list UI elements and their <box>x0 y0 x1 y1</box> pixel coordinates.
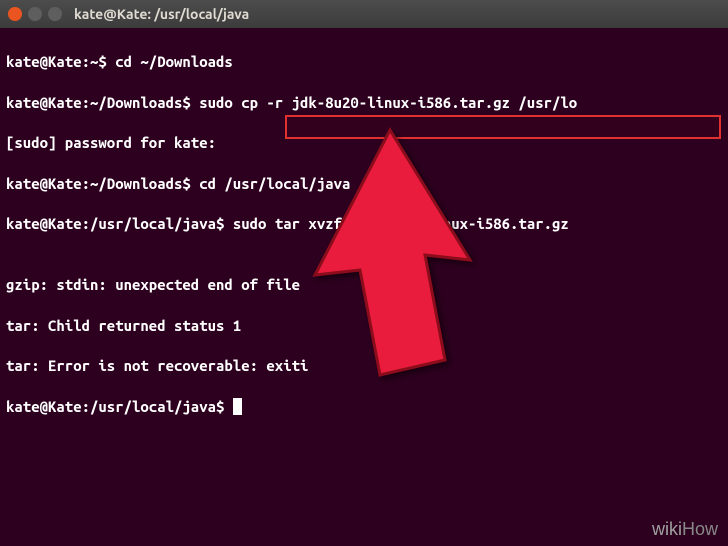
command: sudo tar xvzf jdk-8u20-linux-i586.tar.gz <box>233 215 569 232</box>
command: cd ~/Downloads <box>115 53 233 70</box>
terminal-line: kate@Kate:/usr/local/java$ sudo tar xvzf… <box>6 214 722 234</box>
terminal-output[interactable]: kate@Kate:~$ cd ~/Downloads kate@Kate:~/… <box>0 28 728 441</box>
close-icon[interactable] <box>8 7 22 21</box>
terminal-line: kate@Kate:~/Downloads$ sudo cp -r jdk-8u… <box>6 93 722 113</box>
command: cd /usr/local/java <box>199 175 350 192</box>
prompt: kate@Kate:/usr/local/java$ <box>6 398 233 415</box>
command: sudo cp -r jdk-8u20-linux-i586.tar.gz /u… <box>199 94 577 111</box>
prompt: kate@Kate:~/Downloads$ <box>6 94 199 111</box>
terminal-line: kate@Kate:/usr/local/java$ <box>6 397 722 417</box>
window-title: kate@Kate: /usr/local/java <box>74 6 249 22</box>
terminal-line: kate@Kate:~/Downloads$ cd /usr/local/jav… <box>6 174 722 194</box>
minimize-icon[interactable] <box>28 7 42 21</box>
prompt: kate@Kate:/usr/local/java$ <box>6 215 233 232</box>
prompt: kate@Kate:~/Downloads$ <box>6 175 199 192</box>
terminal-line: gzip: stdin: unexpected end of file <box>6 275 722 295</box>
watermark-wiki: wiki <box>652 519 682 539</box>
prompt: kate@Kate:~$ <box>6 53 115 70</box>
watermark-how: How <box>682 519 718 539</box>
cursor-icon <box>233 398 242 415</box>
window-titlebar: kate@Kate: /usr/local/java <box>0 0 728 28</box>
terminal-line: tar: Child returned status 1 <box>6 316 722 336</box>
watermark: wikiHow <box>652 519 718 540</box>
terminal-line: kate@Kate:~$ cd ~/Downloads <box>6 52 722 72</box>
terminal-line: tar: Error is not recoverable: exiti <box>6 356 722 376</box>
terminal-line: [sudo] password for kate: <box>6 133 722 153</box>
maximize-icon[interactable] <box>48 7 62 21</box>
